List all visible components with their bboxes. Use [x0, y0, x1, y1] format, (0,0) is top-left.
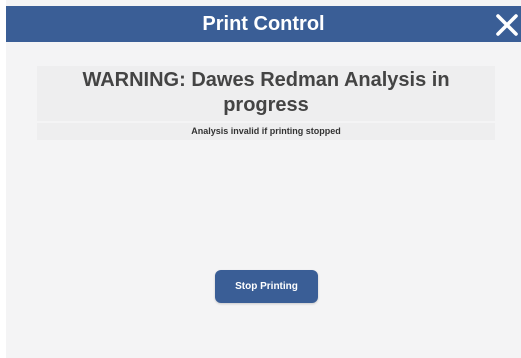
dialog-title: Print Control [202, 13, 325, 35]
stop-printing-button[interactable]: Stop Printing [215, 270, 318, 303]
dialog-titlebar: Print Control [6, 6, 521, 42]
close-button[interactable] [494, 12, 520, 38]
warning-panel: WARNING: Dawes Redman Analysis in progre… [37, 66, 495, 121]
print-control-dialog: Print Control WARNING: Dawes Redman Anal… [6, 0, 521, 358]
warning-subtitle: Analysis invalid if printing stopped [191, 126, 341, 136]
warning-subtitle-panel: Analysis invalid if printing stopped [37, 123, 495, 140]
warning-title: WARNING: Dawes Redman Analysis in progre… [82, 69, 450, 116]
close-icon [496, 14, 518, 36]
